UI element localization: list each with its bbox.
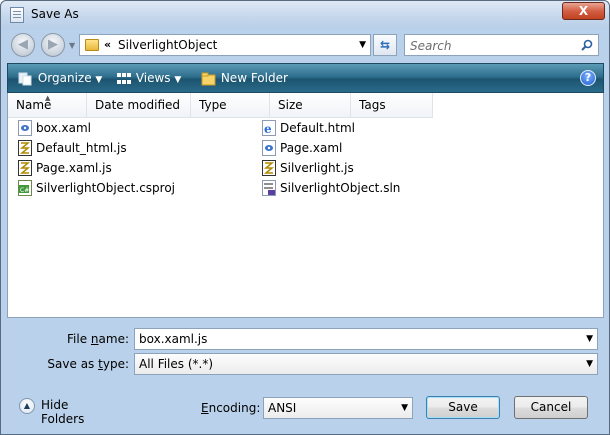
column-header-tags[interactable]: Tags	[351, 93, 433, 118]
csproj-file-icon: C#	[18, 180, 32, 196]
column-header-date-modified[interactable]: Date modified	[87, 93, 191, 118]
file-name: Default.html	[280, 121, 355, 135]
svg-text:e: e	[264, 122, 272, 136]
address-overflow-chevron[interactable]: «	[104, 38, 111, 51]
save-button[interactable]: Save	[426, 396, 500, 419]
organize-menu[interactable]: Organize ▼	[18, 71, 102, 86]
label-part: ype:	[102, 357, 129, 371]
html-file-icon: e	[262, 120, 276, 136]
views-dropdown-icon: ▼	[174, 75, 182, 85]
new-folder-label: New Folder	[220, 71, 288, 85]
refresh-button[interactable]: ⇆	[373, 34, 397, 56]
new-folder-icon	[201, 72, 216, 85]
file-name: box.xaml	[36, 121, 91, 135]
organize-icon	[18, 72, 32, 85]
file-name-label: File name:	[41, 332, 129, 346]
title-bar[interactable]: Save As X	[1, 1, 609, 29]
label-part: ncoding:	[208, 401, 261, 415]
help-icon[interactable]: ?	[580, 70, 596, 86]
address-dropdown-icon[interactable]: ▼	[359, 40, 366, 50]
file-name-field[interactable]: box.xaml.js ▼	[134, 328, 598, 350]
js-file-icon	[262, 160, 276, 176]
chevron-down-icon[interactable]: ▼	[586, 329, 593, 349]
file-name: Page.xaml	[280, 141, 343, 155]
hide-folders-label: Hide Folders	[41, 398, 85, 426]
column-header-label: Size	[278, 98, 303, 112]
file-name-value: box.xaml.js	[139, 332, 208, 346]
encoding-value: ANSI	[268, 401, 297, 415]
file-name: Page.xaml.js	[36, 161, 112, 175]
chevron-up-icon: ▲	[19, 398, 35, 414]
search-icon[interactable]	[581, 39, 593, 51]
label-part: ame:	[98, 332, 129, 346]
folder-icon	[85, 39, 99, 51]
file-name: SilverlightObject.csproj	[36, 181, 176, 195]
file-name: Silverlight.js	[280, 161, 354, 175]
encoding-label: Encoding:	[201, 401, 261, 415]
file-list[interactable]: Name ▲ Date modified Type Size Tags box.…	[7, 93, 604, 318]
sort-ascending-icon: ▲	[45, 94, 51, 102]
views-menu[interactable]: Views ▼	[116, 71, 181, 86]
back-button[interactable]: ◀	[11, 33, 35, 57]
column-header-label: Type	[199, 98, 227, 112]
save-as-type-label: Save as type:	[31, 357, 129, 371]
cancel-button[interactable]: Cancel	[514, 396, 588, 419]
column-header-label: Tags	[359, 98, 386, 112]
organize-dropdown-icon: ▼	[95, 75, 103, 85]
column-header-type[interactable]: Type	[191, 93, 270, 118]
address-bar[interactable]: « SilverlightObject ▼	[79, 34, 371, 56]
recent-pages-dropdown[interactable]: ▼	[69, 41, 75, 50]
save-as-type-value: All Files (*.*)	[139, 357, 214, 371]
organize-label: Organize	[37, 71, 92, 85]
chevron-down-icon[interactable]: ▼	[401, 398, 408, 418]
encoding-select[interactable]: ANSI ▼	[263, 397, 413, 419]
forward-button[interactable]: ▶	[41, 33, 65, 57]
label-accelerator: n	[90, 332, 99, 346]
label-part: File	[67, 332, 91, 346]
chevron-down-icon[interactable]: ▼	[586, 354, 593, 374]
js-file-icon	[18, 160, 32, 176]
command-bar: Organize ▼ Views ▼ New Folder ?	[7, 63, 604, 93]
column-header-label: Date modified	[95, 98, 181, 112]
sln-file-icon	[262, 180, 276, 196]
address-path[interactable]: SilverlightObject	[118, 38, 217, 52]
views-label: Views	[135, 71, 171, 85]
label-accelerator: E	[201, 401, 209, 415]
window-title: Save As	[31, 7, 79, 21]
label-part: Save as	[47, 357, 99, 371]
xaml-file-icon	[18, 120, 32, 136]
search-placeholder: Search	[410, 39, 452, 53]
file-name: SilverlightObject.sln	[280, 181, 401, 195]
save-as-type-select[interactable]: All Files (*.*) ▼	[134, 353, 598, 375]
column-header-size[interactable]: Size	[270, 93, 351, 118]
close-button[interactable]: X	[562, 2, 605, 20]
file-name: Default_html.js	[36, 141, 127, 155]
column-header-name[interactable]: Name ▲	[8, 93, 87, 118]
xaml-file-icon	[262, 140, 276, 156]
new-folder-button[interactable]: New Folder	[201, 71, 288, 86]
search-input[interactable]: Search	[404, 34, 599, 56]
save-as-dialog: Save As X ◀ ▶ ▼ « SilverlightObject ▼ ⇆ …	[0, 0, 610, 435]
svg-text:C#: C#	[20, 187, 29, 194]
js-file-icon	[18, 140, 32, 156]
views-icon	[117, 72, 131, 84]
document-icon	[10, 7, 24, 23]
